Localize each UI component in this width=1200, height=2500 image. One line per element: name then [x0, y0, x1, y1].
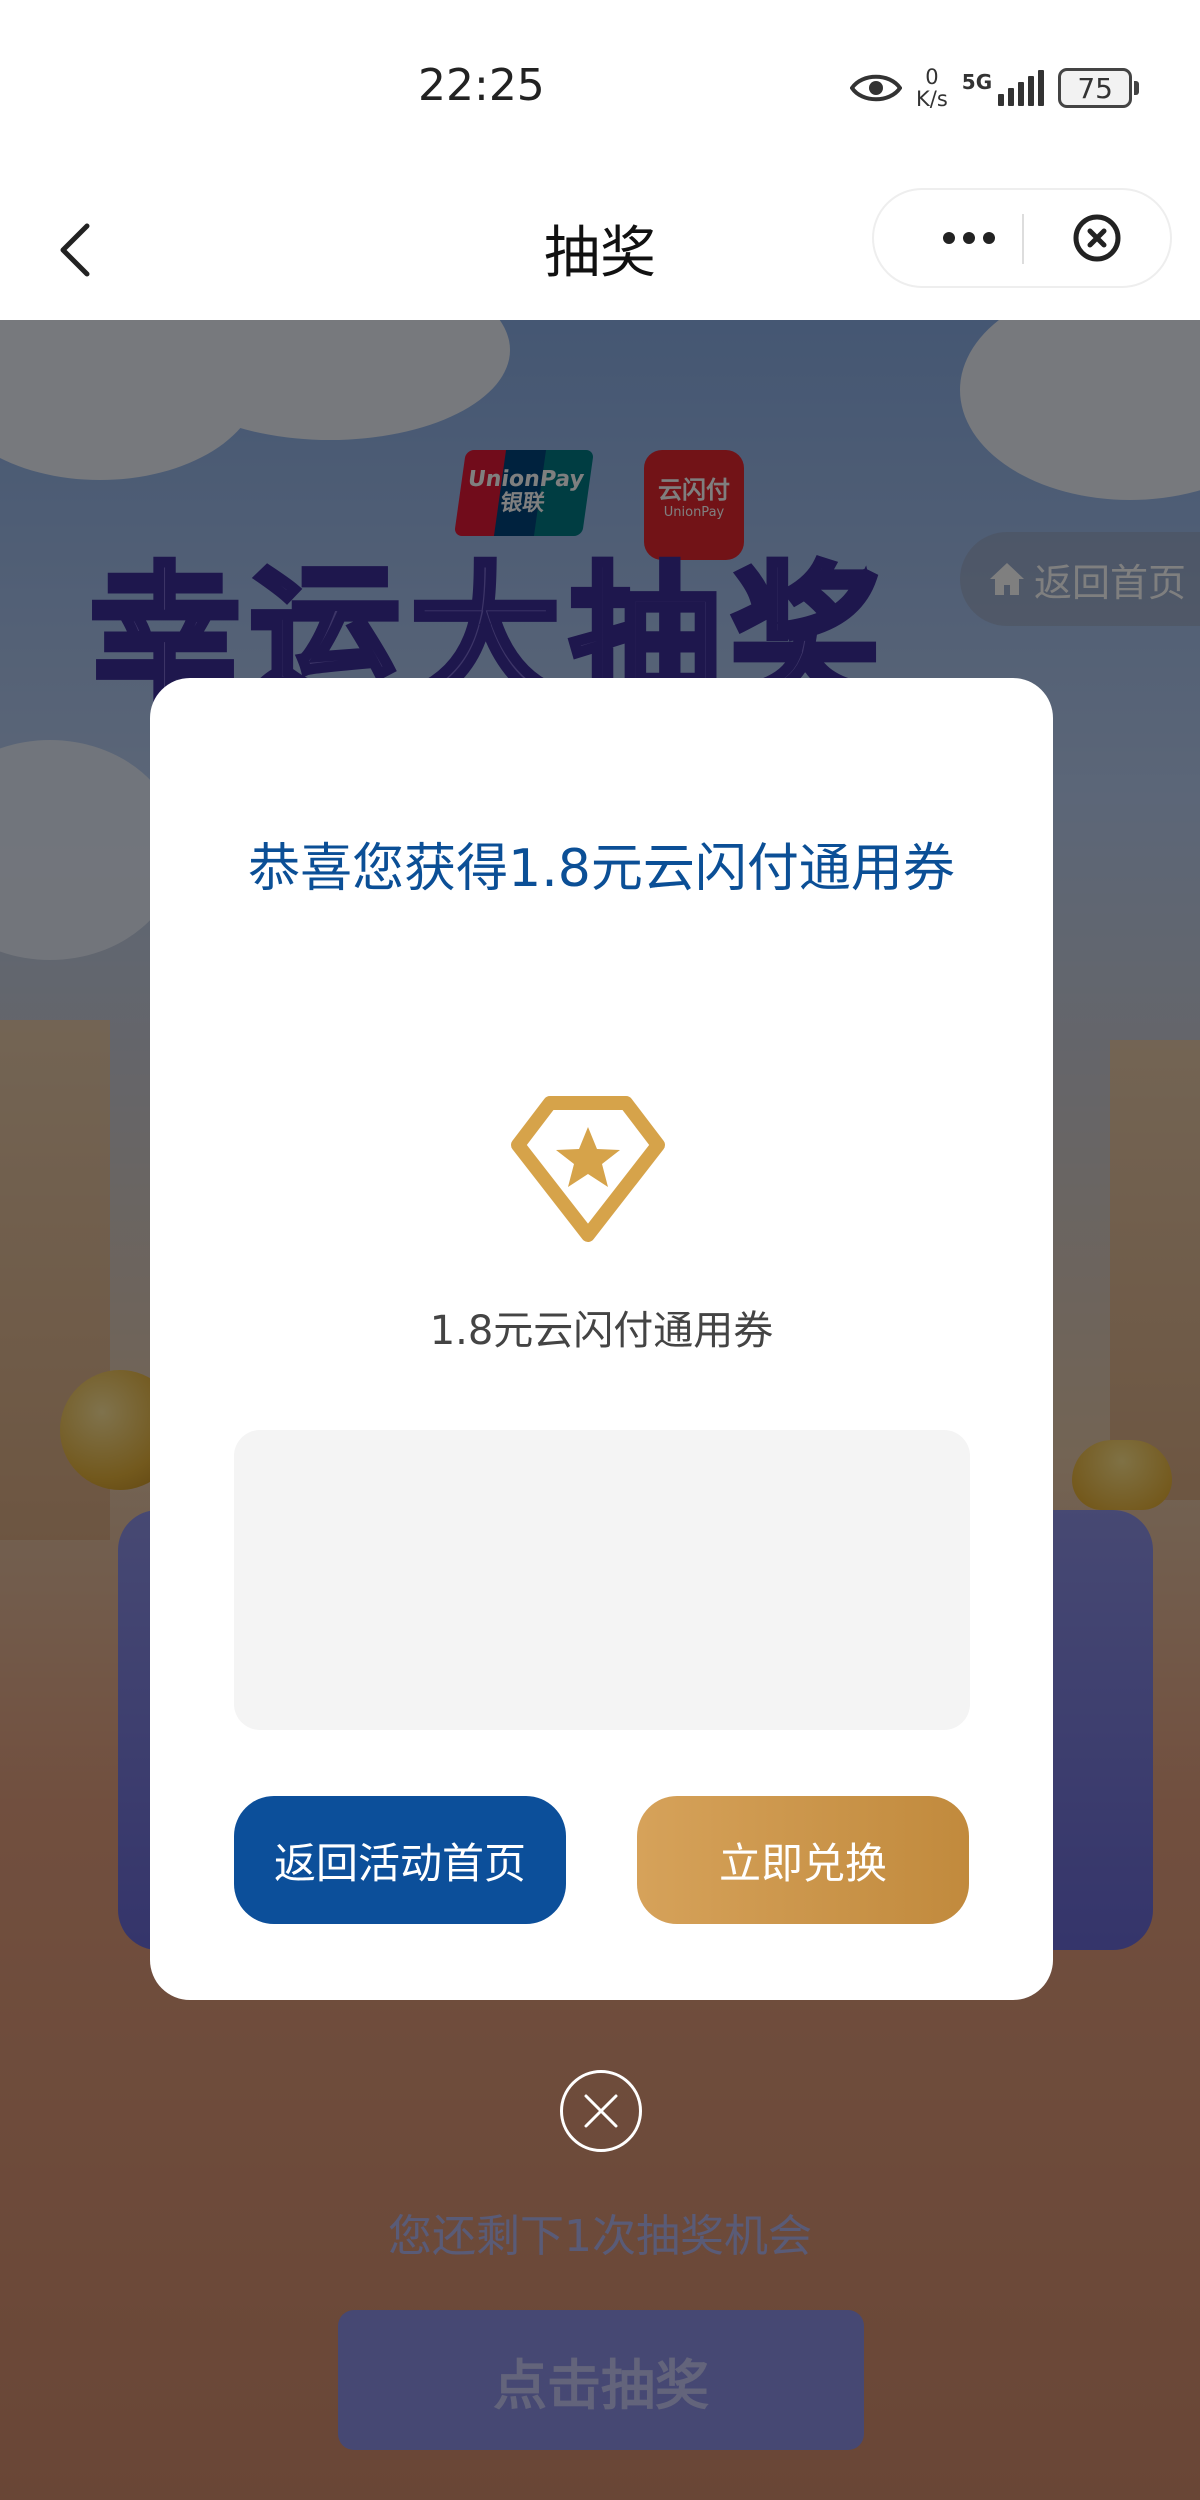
close-icon	[584, 2094, 618, 2128]
close-mini-program-button[interactable]	[1052, 190, 1142, 286]
status-bar: 22:25 0 K/s 5G 75	[0, 0, 1200, 180]
back-to-activity-button[interactable]: 返回活动首页	[234, 1796, 566, 1924]
signal-icon: 5G	[961, 70, 1045, 106]
battery-level: 75	[1058, 68, 1133, 108]
signal-label: 5G	[961, 70, 993, 94]
prize-info-box	[234, 1430, 970, 1730]
net-speed-unit: K/s	[916, 87, 948, 111]
net-speed: 0 K/s	[916, 66, 948, 110]
eye-icon	[850, 71, 902, 105]
net-speed-value: 0	[925, 65, 939, 89]
mini-program-capsule	[872, 188, 1172, 288]
title-bar: 抽奖	[0, 180, 1200, 320]
diamond-star-icon	[511, 1096, 665, 1242]
battery-icon: 75	[1058, 68, 1140, 108]
prize-modal: 恭喜您获得1.8元云闪付通用券 1.8元云闪付通用券 返回活动首页 立即兑换	[150, 678, 1053, 2000]
status-icons: 0 K/s 5G 75	[850, 58, 1140, 118]
more-button[interactable]	[914, 190, 1024, 286]
more-dots-icon	[943, 232, 995, 244]
close-circle-icon	[1073, 214, 1121, 262]
redeem-now-button[interactable]: 立即兑换	[637, 1796, 969, 1924]
prize-name: 1.8元云闪付通用券	[429, 1308, 774, 1354]
status-time: 22:25	[418, 60, 545, 111]
capsule-divider	[1022, 214, 1024, 264]
modal-close-button[interactable]	[560, 2070, 642, 2152]
modal-title: 恭喜您获得1.8元云闪付通用券	[248, 839, 955, 899]
